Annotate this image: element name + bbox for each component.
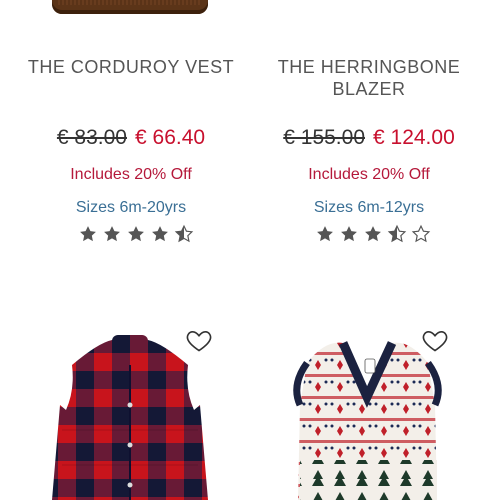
- star-full-icon: [102, 224, 122, 246]
- sale-price: € 66.40: [135, 126, 206, 149]
- star-half-icon: [174, 224, 194, 246]
- sizes-label: Sizes 6m-20yrs: [75, 199, 187, 216]
- star-full-icon: [315, 224, 335, 246]
- price-block: € 83.00 € 66.40: [6, 126, 256, 150]
- vest-image-fragment: [52, 0, 208, 14]
- rating-stars: [315, 224, 431, 246]
- product-image-buffalo-check-vest[interactable]: [40, 335, 220, 500]
- original-price: € 155.00: [283, 126, 365, 149]
- discount-label: Includes 20% Off: [70, 166, 192, 183]
- rating-stars: [78, 224, 194, 246]
- sizes-label: Sizes 6m-12yrs: [313, 199, 425, 216]
- product-image-fair-isle-vest[interactable]: [285, 335, 450, 500]
- star-full-icon: [78, 224, 98, 246]
- original-price: € 83.00: [56, 126, 127, 149]
- price-block: € 155.00 € 124.00: [244, 126, 494, 150]
- product-image-corduroy-vest[interactable]: [0, 0, 250, 18]
- star-full-icon: [126, 224, 146, 246]
- star-full-icon: [363, 224, 383, 246]
- star-full-icon: [150, 224, 170, 246]
- star-empty-icon: [411, 224, 431, 246]
- star-half-icon: [387, 224, 407, 246]
- product-title[interactable]: THE CORDUROY VEST: [6, 56, 256, 78]
- star-full-icon: [339, 224, 359, 246]
- discount-label: Includes 20% Off: [308, 166, 430, 183]
- sale-price: € 124.00: [373, 126, 455, 149]
- product-title[interactable]: THE HERRINGBONE BLAZER: [244, 56, 494, 100]
